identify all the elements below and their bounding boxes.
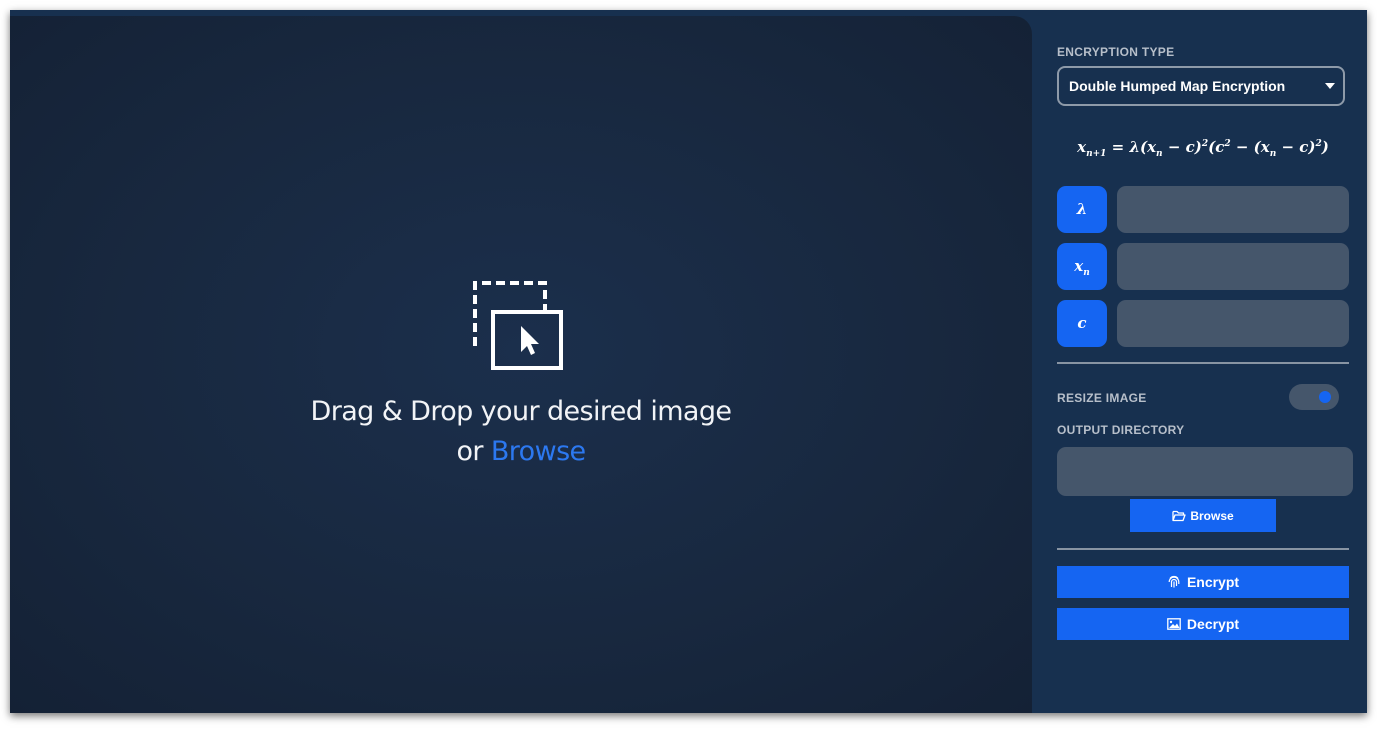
drop-instructions-line1: Drag & Drop your desired image [310, 396, 732, 427]
formula-part2: (c [1208, 138, 1225, 156]
formula-lhs: x [1077, 138, 1087, 156]
formula-x2: x [1260, 138, 1270, 156]
xn-param-button[interactable]: xn [1057, 243, 1107, 290]
drop-instructions-line2: or Browse [10, 432, 1032, 472]
browse-link[interactable]: Browse [491, 436, 586, 467]
formula-x1: x [1147, 138, 1157, 156]
app-window: Drag & Drop your desired image or Browse… [10, 10, 1367, 713]
formula-eq: = λ( [1106, 138, 1148, 156]
browse-directory-button[interactable]: Browse [1130, 499, 1276, 532]
formula-part3: − ( [1230, 138, 1261, 156]
folder-open-icon [1172, 510, 1186, 521]
map-formula: xn+1 = λ(xn − c)2(c2 − (xn − c)2) [1057, 138, 1349, 159]
drop-instructions: Drag & Drop your desired image or Browse [10, 392, 1032, 472]
or-text: or [456, 436, 483, 467]
output-directory-label: OUTPUT DIRECTORY [1057, 423, 1185, 437]
encrypt-button-label: Encrypt [1186, 574, 1240, 590]
decrypt-button-label: Decrypt [1186, 616, 1240, 632]
xn-input[interactable] [1117, 243, 1349, 290]
c-input[interactable] [1117, 300, 1349, 347]
encryption-type-label: ENCRYPTION TYPE [1057, 45, 1175, 59]
encryption-type-select[interactable]: Double Humped Map Encryption [1057, 66, 1345, 106]
lambda-symbol: λ [1076, 200, 1088, 218]
toggle-knob [1319, 391, 1331, 403]
lambda-param-button[interactable]: λ [1057, 186, 1107, 233]
resize-image-toggle[interactable] [1289, 384, 1339, 410]
fingerprint-icon [1168, 575, 1180, 588]
image-drop-zone[interactable]: Drag & Drop your desired image or Browse [10, 16, 1032, 713]
c-param-button[interactable]: c [1057, 300, 1107, 347]
xn-symbol-sub: n [1083, 268, 1090, 278]
xn-symbol: x [1074, 257, 1084, 275]
lambda-input[interactable] [1117, 186, 1349, 233]
encryption-type-value: Double Humped Map Encryption [1069, 78, 1286, 94]
browse-button-label: Browse [1190, 508, 1234, 523]
decrypt-button[interactable]: Decrypt [1057, 608, 1349, 640]
settings-panel: ENCRYPTION TYPE Double Humped Map Encryp… [1057, 10, 1353, 713]
formula-part5: ) [1321, 138, 1329, 156]
drag-drop-image-icon [473, 281, 563, 370]
caret-down-icon [1325, 83, 1335, 89]
encrypt-button[interactable]: Encrypt [1057, 566, 1349, 598]
divider [1057, 362, 1349, 364]
c-symbol: c [1077, 314, 1087, 332]
formula-part1: − c) [1162, 138, 1202, 156]
divider [1057, 548, 1349, 550]
output-directory-input[interactable] [1057, 447, 1353, 496]
formula-part4: − c) [1276, 138, 1316, 156]
image-icon [1167, 618, 1181, 630]
formula-lhs-sub: n+1 [1086, 149, 1107, 159]
resize-image-label: RESIZE IMAGE [1057, 391, 1147, 405]
